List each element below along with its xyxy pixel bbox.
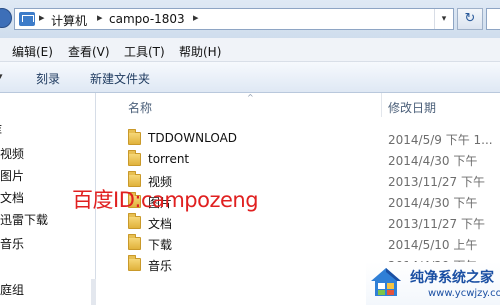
breadcrumb-chevron-icon[interactable]: ▸	[39, 11, 45, 24]
address-dropdown-icon[interactable]: ▾	[434, 9, 453, 29]
menu-edit[interactable]: 编辑(E)	[12, 43, 53, 60]
file-name: 文档	[148, 217, 173, 231]
file-name: torrent	[148, 152, 190, 166]
logo-title: 纯净系统之家	[410, 270, 494, 286]
nav-item-documents[interactable]: 文档	[0, 189, 24, 206]
house-logo-icon	[371, 268, 401, 296]
address-field[interactable]: ▸ 计算机 ▸ campo-1803 ▸ ▾	[14, 8, 454, 30]
nav-item-thunder-downloads[interactable]: 迅雷下载	[0, 211, 48, 228]
menu-bar: 编辑(E) 查看(V) 工具(T) 帮助(H)	[0, 38, 500, 62]
nav-item-homegroup[interactable]: 家庭组	[0, 281, 24, 298]
folder-icon	[128, 255, 141, 271]
breadcrumb-chevron-icon[interactable]: ▸	[97, 11, 103, 24]
menu-help[interactable]: 帮助(H)	[179, 43, 221, 60]
file-name: 下载	[148, 238, 173, 252]
column-header-name[interactable]: 名称	[128, 99, 152, 116]
nav-scrollbar[interactable]	[91, 279, 96, 305]
refresh-button[interactable]: ↻	[457, 8, 483, 30]
file-date: 2014/5/9 下午 1...	[388, 133, 493, 147]
file-row[interactable]: TDDOWNLOAD 2014/5/9 下午 1...	[128, 129, 500, 149]
new-folder-button[interactable]: 新建文件夹	[90, 70, 150, 87]
site-logo: 纯净系统之家 www.ycwjzy.com	[366, 262, 500, 305]
breadcrumb-chevron-icon[interactable]: ▸	[193, 11, 199, 24]
file-date: 2014/4/30 下午	[388, 196, 478, 210]
file-date: 2014/4/30 下午	[388, 154, 478, 168]
file-date: 2013/11/27 下午	[388, 175, 485, 189]
refresh-icon: ↻	[464, 11, 476, 26]
sort-ascending-icon: ^	[247, 93, 254, 102]
nav-item-music[interactable]: 音乐	[0, 235, 24, 252]
file-name: TDDOWNLOAD	[148, 131, 238, 145]
address-bar: ▸ 计算机 ▸ campo-1803 ▸ ▾ ↻	[0, 0, 500, 38]
logo-url: www.ycwjzy.com	[428, 288, 500, 299]
computer-icon	[19, 12, 35, 26]
menu-view[interactable]: 查看(V)	[68, 43, 110, 60]
file-date: 2014/5/10 上午	[388, 238, 478, 252]
watermark-text: 百度ID:campozeng	[72, 188, 259, 212]
file-row[interactable]: 文档 2013/11/27 下午	[128, 213, 500, 233]
search-input[interactable]	[486, 8, 500, 30]
back-button[interactable]	[0, 8, 12, 28]
breadcrumb-computer[interactable]: 计算机	[51, 12, 87, 29]
nav-item-videos[interactable]: 视频	[0, 145, 24, 162]
menu-tools[interactable]: 工具(T)	[124, 43, 165, 60]
nav-item-pictures[interactable]: 图片	[0, 167, 24, 184]
column-divider[interactable]	[381, 93, 382, 117]
nav-item-libraries[interactable]: 库	[0, 121, 2, 138]
folder-icon	[128, 213, 141, 229]
breadcrumb-campo-1803[interactable]: campo-1803	[109, 12, 185, 26]
burn-button[interactable]: 刻录	[36, 70, 60, 87]
folder-icon	[128, 234, 141, 250]
folder-icon	[128, 129, 141, 145]
file-date: 2013/11/27 下午	[388, 217, 485, 231]
organize-dropdown-icon[interactable]: ▾	[0, 72, 3, 82]
file-name: 音乐	[148, 259, 173, 273]
file-row[interactable]: torrent 2014/4/30 下午	[128, 150, 500, 170]
file-row[interactable]: 下载 2014/5/10 上午	[128, 234, 500, 254]
command-bar: ▾ 刻录 新建文件夹	[0, 62, 500, 93]
column-header-date[interactable]: 修改日期	[388, 99, 436, 116]
folder-icon	[128, 150, 141, 166]
